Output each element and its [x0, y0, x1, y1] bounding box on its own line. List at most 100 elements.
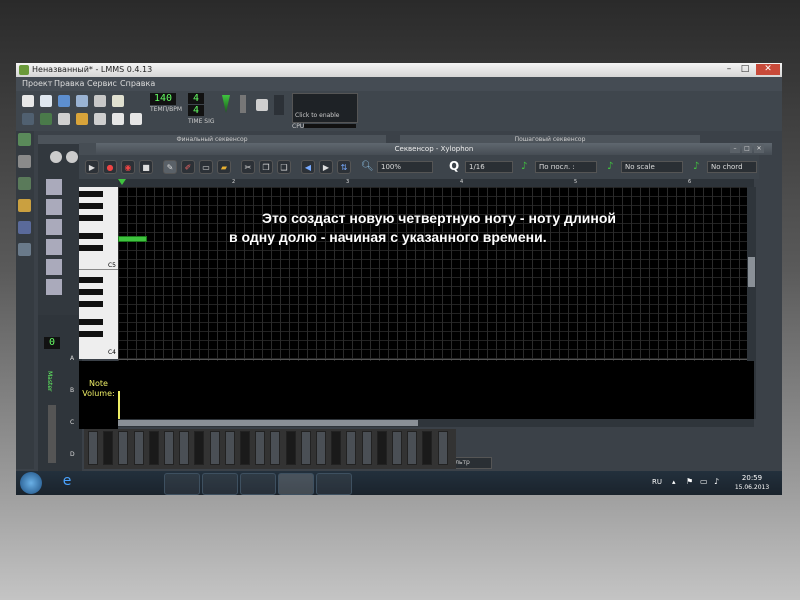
zoom-select[interactable]: 100% [377, 161, 433, 173]
track-icon[interactable] [46, 199, 62, 215]
play-icon[interactable] [50, 151, 62, 163]
lmms-taskbar-icon[interactable] [278, 473, 314, 495]
track-icon[interactable] [46, 239, 62, 255]
master-pitch-slider[interactable] [240, 95, 246, 113]
horizontal-scrollbar[interactable] [118, 419, 754, 427]
select-mode-icon[interactable]: ▭ [199, 160, 213, 174]
piano-roll-close-button[interactable]: ✕ [754, 144, 764, 153]
black-key[interactable] [79, 289, 103, 295]
minimize-button[interactable]: – [722, 64, 736, 75]
piano-keyboard[interactable]: C5 C4 [79, 187, 118, 359]
menu-edit[interactable]: Правка [54, 77, 84, 91]
media-player-icon[interactable] [126, 473, 160, 493]
quantize-select[interactable]: 1/16 [465, 161, 513, 173]
beat-editor-key[interactable] [133, 431, 144, 465]
record-while-playing-icon[interactable]: ◉ [121, 160, 135, 174]
black-key[interactable] [79, 331, 103, 337]
word-icon[interactable] [240, 473, 276, 495]
new-from-template-icon[interactable] [40, 95, 52, 107]
tempo-display[interactable]: 140 [150, 93, 176, 105]
save-project-icon[interactable] [76, 95, 88, 107]
chord-select[interactable]: No chord [707, 161, 757, 173]
velocity-area[interactable] [118, 361, 754, 419]
track-icon[interactable] [46, 259, 62, 275]
open-project-icon[interactable] [58, 95, 70, 107]
instrument-plugins-icon[interactable] [18, 133, 31, 146]
my-home-icon[interactable] [18, 221, 31, 234]
auto-scroll-icon[interactable]: ⇅ [337, 160, 351, 174]
beat-editor-key[interactable] [164, 431, 174, 465]
black-key[interactable] [79, 319, 103, 325]
scroll-thumb[interactable] [118, 420, 418, 426]
tray-arrow-icon[interactable]: ▴ [672, 478, 676, 486]
beat-editor-icon[interactable] [40, 113, 52, 125]
beat-editor-key[interactable] [240, 431, 250, 465]
metronome-icon[interactable] [256, 99, 268, 111]
explorer-folder-icon[interactable] [88, 473, 122, 493]
close-button[interactable]: ✕ [756, 64, 780, 75]
black-key[interactable] [79, 203, 103, 209]
beat-editor-key[interactable] [437, 431, 448, 465]
beat-editor-key[interactable] [422, 431, 433, 465]
beat-editor-key[interactable] [270, 431, 281, 465]
my-presets-icon[interactable] [18, 199, 31, 212]
root-directory-icon[interactable] [18, 243, 31, 256]
play-icon[interactable]: ▶ [85, 160, 99, 174]
master-fader[interactable] [48, 405, 56, 463]
fx-mixer-icon[interactable] [94, 113, 106, 125]
piano-roll-minimize-button[interactable]: – [730, 144, 740, 153]
black-key[interactable] [79, 245, 103, 251]
oscilloscope[interactable]: Click to enable [292, 93, 358, 123]
clock-time[interactable]: 20:59 [734, 474, 770, 482]
save-as-icon[interactable] [94, 95, 106, 107]
black-key[interactable] [79, 301, 103, 307]
song-editor-icon[interactable] [22, 113, 34, 125]
black-key[interactable] [79, 233, 103, 239]
record-icon[interactable]: ● [103, 160, 117, 174]
erase-mode-icon[interactable]: ✐ [181, 160, 195, 174]
master-volume-icon[interactable] [222, 95, 230, 113]
beat-editor-key[interactable] [346, 431, 357, 465]
my-samples-icon[interactable] [18, 177, 31, 190]
track-icon[interactable] [46, 279, 62, 295]
beat-editor-key[interactable] [103, 431, 114, 465]
beat-editor-key[interactable] [316, 431, 326, 465]
velocity-bar[interactable] [118, 391, 120, 419]
speaker-icon[interactable]: ♪ [714, 477, 719, 486]
beat-editor-key[interactable] [118, 431, 129, 465]
timesig-denominator[interactable]: 4 [188, 105, 204, 116]
draw-mode-icon[interactable]: ✎ [163, 160, 177, 174]
stop-icon[interactable] [66, 151, 78, 163]
black-key[interactable] [79, 215, 103, 221]
my-projects-icon[interactable] [18, 155, 31, 168]
scroll-thumb[interactable] [748, 257, 755, 287]
note-length-select[interactable]: По посл. : [535, 161, 597, 173]
shift-left-icon[interactable]: ◀ [301, 160, 315, 174]
playhead-marker[interactable] [118, 179, 126, 185]
menu-service[interactable]: Сервис [87, 77, 117, 91]
detune-mode-icon[interactable]: ▰ [217, 160, 231, 174]
track-icon[interactable] [46, 219, 62, 235]
paste-icon[interactable]: ❑ [277, 160, 291, 174]
beat-editor-key[interactable] [224, 431, 235, 465]
chrome-icon[interactable] [164, 473, 200, 495]
beat-editor-key[interactable] [194, 431, 205, 465]
black-key[interactable] [79, 277, 103, 283]
visualization-toggle[interactable] [274, 95, 284, 115]
stop-icon[interactable]: ■ [139, 160, 153, 174]
menu-help[interactable]: Справка [120, 77, 155, 91]
note[interactable] [118, 236, 147, 242]
beat-editor-key[interactable] [392, 431, 402, 465]
track-icon[interactable] [46, 179, 62, 195]
project-notes-icon[interactable] [112, 113, 124, 125]
copy-icon[interactable]: ❐ [259, 160, 273, 174]
beat-editor-key[interactable] [88, 431, 98, 465]
cut-icon[interactable]: ✂ [241, 160, 255, 174]
black-key[interactable] [79, 191, 103, 197]
network-icon[interactable]: ▭ [700, 477, 708, 486]
beat-editor-key[interactable] [361, 431, 372, 465]
maximize-button[interactable]: □ [738, 64, 752, 75]
beat-editor-key[interactable] [300, 431, 311, 465]
beat-editor-key[interactable] [285, 431, 296, 465]
shift-right-icon[interactable]: ▶ [319, 160, 333, 174]
